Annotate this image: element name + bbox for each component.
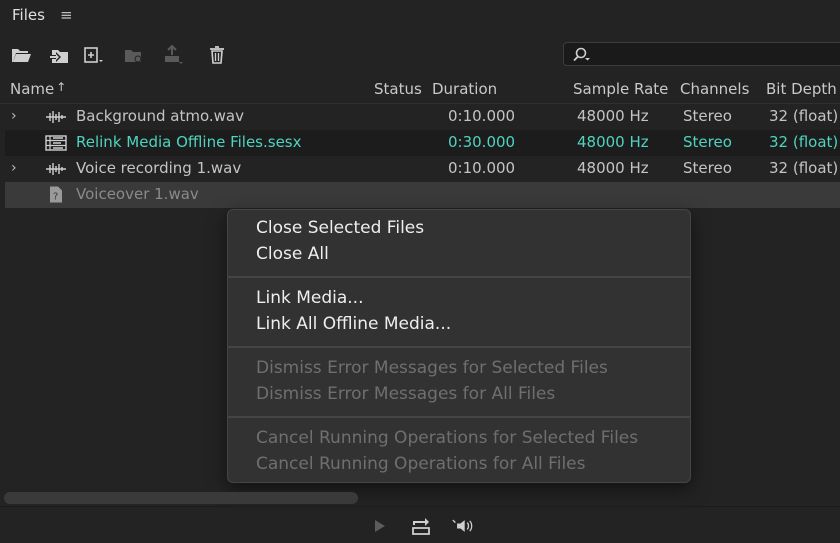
column-header-channels[interactable]: Channels (680, 80, 749, 98)
menu-item-link-media[interactable]: Link Media... (256, 288, 364, 308)
waveform-icon (46, 163, 66, 175)
file-duration: 0:10.000 (448, 159, 516, 177)
file-name: Relink Media Offline Files.sesx (76, 133, 302, 151)
new-file-icon[interactable] (80, 42, 106, 68)
export-icon (160, 42, 186, 68)
waveform-icon (46, 111, 66, 123)
file-duration: 0:10.000 (448, 107, 516, 125)
file-name: Voiceover 1.wav (76, 185, 199, 203)
file-channels: Stereo (683, 133, 732, 151)
menu-item-dismiss-errors-all: Dismiss Error Messages for All Files (256, 384, 556, 404)
file-duration: 0:30.000 (448, 133, 516, 151)
column-header-duration[interactable]: Duration (432, 80, 497, 98)
play-icon[interactable] (366, 515, 392, 537)
hamburger-menu-icon[interactable]: ≡ (60, 6, 73, 24)
file-bit-depth: 32 (float) (769, 133, 839, 151)
column-header-bit-depth[interactable]: Bit Depth (766, 80, 837, 98)
menu-item-close-selected-files[interactable]: Close Selected Files (256, 218, 424, 238)
file-sample-rate: 48000 Hz (577, 133, 649, 151)
file-row-relink-session[interactable]: Relink Media Offline Files.sesx 0:30.000… (5, 130, 840, 156)
menu-separator (228, 346, 690, 348)
file-row-voice-recording[interactable]: › Voice recording 1.wav 0:10.000 48000 H… (5, 156, 840, 182)
file-bit-depth: 32 (float) (769, 107, 839, 125)
multitrack-session-icon (45, 135, 67, 151)
menu-item-close-all[interactable]: Close All (256, 244, 329, 264)
autoplay-speaker-icon[interactable] (450, 515, 476, 537)
search-icon (573, 47, 590, 62)
context-menu: Close Selected Files Close All Link Medi… (227, 209, 691, 483)
panel-title: Files (12, 6, 45, 24)
insert-folder-icon (120, 42, 146, 68)
menu-item-dismiss-errors-selected: Dismiss Error Messages for Selected File… (256, 358, 608, 378)
horizontal-scrollbar[interactable] (4, 492, 358, 504)
loop-icon[interactable] (408, 515, 434, 537)
trash-icon[interactable] (204, 42, 230, 68)
column-name-label: Name (10, 80, 55, 98)
menu-separator (228, 276, 690, 278)
file-sample-rate: 48000 Hz (577, 107, 649, 125)
file-bit-depth: 32 (float) (769, 159, 839, 177)
column-header-status[interactable]: Status (374, 80, 422, 98)
search-input[interactable] (563, 42, 840, 66)
file-sample-rate: 48000 Hz (577, 159, 649, 177)
expand-chevron-icon[interactable]: › (11, 160, 17, 176)
open-folder-icon[interactable] (8, 42, 34, 68)
import-icon[interactable] (46, 42, 72, 68)
file-row-background-atmo[interactable]: › Background atmo.wav 0:10.000 48000 Hz … (5, 104, 840, 130)
menu-item-link-all-offline-media[interactable]: Link All Offline Media... (256, 314, 451, 334)
menu-separator (228, 416, 690, 418)
file-channels: Stereo (683, 159, 732, 177)
expand-chevron-icon[interactable]: › (11, 108, 17, 124)
menu-item-cancel-operations-all: Cancel Running Operations for All Files (256, 454, 586, 474)
svg-text:?: ? (53, 192, 58, 203)
file-row-voiceover-offline[interactable]: ? Voiceover 1.wav (5, 182, 840, 208)
file-channels: Stereo (683, 107, 732, 125)
offline-file-icon: ? (50, 186, 62, 203)
column-header-sample-rate[interactable]: Sample Rate (573, 80, 668, 98)
sort-arrow-icon: ↑ (56, 80, 67, 94)
file-name: Voice recording 1.wav (76, 159, 242, 177)
menu-item-cancel-operations-selected: Cancel Running Operations for Selected F… (256, 428, 639, 448)
footer-divider (0, 506, 840, 507)
column-header-name[interactable]: Name ↑ (10, 80, 66, 98)
file-name: Background atmo.wav (76, 107, 244, 125)
